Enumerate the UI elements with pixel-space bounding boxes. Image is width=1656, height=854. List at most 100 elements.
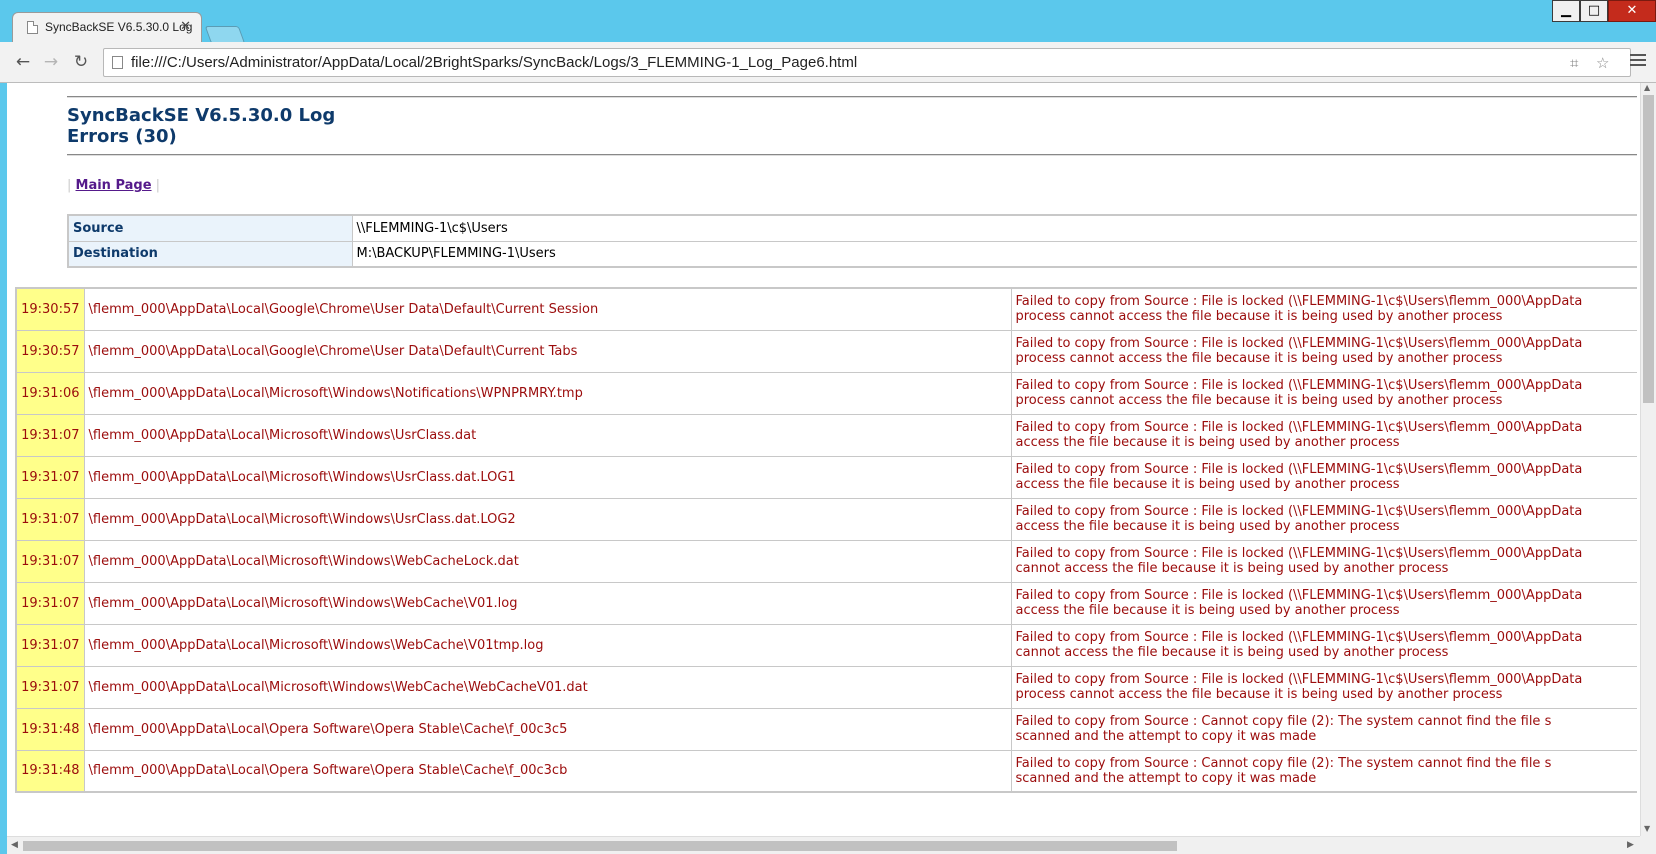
menu-icon[interactable] bbox=[1630, 54, 1646, 68]
tab-title: SyncBackSE V6.5.30.0 Log bbox=[45, 20, 193, 34]
error-message-line: Failed to copy from Source : File is loc… bbox=[1015, 672, 1583, 687]
vertical-scrollbar[interactable]: ▲ ▼ bbox=[1640, 83, 1656, 836]
scroll-right-arrow-icon[interactable]: ▶ bbox=[1627, 840, 1634, 850]
summary-row: Destination M:\BACKUP\FLEMMING-1\Users bbox=[67, 240, 1637, 268]
error-message-line: Failed to copy from Source : File is loc… bbox=[1015, 294, 1583, 310]
browser-toolbar: ← → ↻ file:///C:/Users/Administrator/App… bbox=[0, 42, 1656, 83]
bookmark-star-icon[interactable]: ☆ bbox=[1596, 54, 1609, 72]
error-message-line: Failed to copy from Source : File is loc… bbox=[1015, 504, 1583, 519]
error-time: 19:31:48 bbox=[15, 707, 85, 751]
back-button[interactable]: ← bbox=[12, 52, 34, 74]
error-message-line: process cannot access the file because i… bbox=[1015, 351, 1503, 366]
summary-value: \\FLEMMING-1\c$\Users bbox=[351, 214, 1637, 242]
error-row: 19:30:57 \flemm_000\AppData\Local\Google… bbox=[15, 329, 1637, 373]
error-message-line: process cannot access the file because i… bbox=[1015, 687, 1503, 702]
browser-tab[interactable]: SyncBackSE V6.5.30.0 Log ✕ bbox=[12, 12, 202, 42]
scroll-up-arrow-icon[interactable]: ▲ bbox=[1644, 83, 1650, 92]
page-viewport: SyncBackSE V6.5.30.0 Log Errors (30) | M… bbox=[7, 83, 1656, 854]
vertical-scroll-thumb[interactable] bbox=[1643, 95, 1654, 403]
error-time: 19:31:07 bbox=[15, 497, 85, 541]
horizontal-scroll-thumb[interactable] bbox=[23, 841, 1177, 851]
error-file: \flemm_000\AppData\Local\Microsoft\Windo… bbox=[83, 497, 1012, 541]
error-row: 19:31:07 \flemm_000\AppData\Local\Micros… bbox=[15, 665, 1637, 709]
error-row: 19:31:48 \flemm_000\AppData\Local\Opera … bbox=[15, 749, 1637, 793]
error-row: 19:31:48 \flemm_000\AppData\Local\Opera … bbox=[15, 707, 1637, 751]
error-time: 19:31:48 bbox=[15, 749, 85, 793]
nav-links: | Main Page | bbox=[67, 178, 161, 193]
error-file: \flemm_000\AppData\Local\Microsoft\Windo… bbox=[83, 665, 1012, 709]
error-file: \flemm_000\AppData\Local\Microsoft\Windo… bbox=[83, 371, 1012, 415]
url-text[interactable]: file:///C:/Users/Administrator/AppData/L… bbox=[131, 54, 857, 71]
close-window-button[interactable]: ✕ bbox=[1608, 0, 1656, 22]
error-time: 19:30:57 bbox=[15, 287, 85, 331]
error-message-line: Failed to copy from Source : File is loc… bbox=[1015, 336, 1583, 351]
horizontal-scrollbar[interactable]: ◀ ▶ bbox=[7, 836, 1640, 854]
error-row: 19:31:06 \flemm_000\AppData\Local\Micros… bbox=[15, 371, 1637, 415]
error-row: 19:31:07 \flemm_000\AppData\Local\Micros… bbox=[15, 413, 1637, 457]
divider bbox=[67, 154, 1637, 156]
title-bar: SyncBackSE V6.5.30.0 Log ✕ ▁ □ ✕ bbox=[0, 0, 1656, 44]
error-message-line: access the file because it is being used… bbox=[1015, 519, 1400, 534]
error-message: Failed to copy from Source : File is loc… bbox=[1010, 413, 1637, 457]
error-message-line: Failed to copy from Source : File is loc… bbox=[1015, 462, 1583, 477]
scroll-down-arrow-icon[interactable]: ▼ bbox=[1644, 824, 1650, 833]
error-message-line: cannot access the file because it is bei… bbox=[1015, 561, 1449, 576]
error-time: 19:31:07 bbox=[15, 539, 85, 583]
error-file: \flemm_000\AppData\Local\Microsoft\Windo… bbox=[83, 455, 1012, 499]
error-row: 19:31:07 \flemm_000\AppData\Local\Micros… bbox=[15, 455, 1637, 499]
main-page-link[interactable]: Main Page bbox=[76, 178, 152, 193]
error-time: 19:31:06 bbox=[15, 371, 85, 415]
error-message-line: cannot access the file because it is bei… bbox=[1015, 645, 1449, 660]
error-message-line: Failed to copy from Source : File is loc… bbox=[1015, 630, 1583, 645]
error-message-line: Failed to copy from Source : File is loc… bbox=[1015, 378, 1583, 393]
tab-close-icon[interactable]: ✕ bbox=[180, 19, 191, 34]
error-message-line: Failed to copy from Source : File is loc… bbox=[1015, 546, 1583, 561]
error-message-line: access the file because it is being used… bbox=[1015, 435, 1400, 450]
summary-label: Source bbox=[67, 214, 353, 242]
error-file: \flemm_000\AppData\Local\Opera Software\… bbox=[83, 749, 1012, 793]
summary-table: Source \\FLEMMING-1\c$\Users Destination… bbox=[67, 214, 1637, 268]
summary-label: Destination bbox=[67, 240, 353, 268]
reload-button[interactable]: ↻ bbox=[70, 52, 92, 74]
error-time: 19:31:07 bbox=[15, 665, 85, 709]
error-row: 19:31:07 \flemm_000\AppData\Local\Micros… bbox=[15, 497, 1637, 541]
error-message: Failed to copy from Source : File is loc… bbox=[1010, 623, 1637, 667]
scrollbar-corner bbox=[1640, 836, 1656, 854]
error-message: Failed to copy from Source : File is loc… bbox=[1010, 287, 1637, 331]
maximize-button[interactable]: □ bbox=[1580, 0, 1608, 22]
error-message: Failed to copy from Source : File is loc… bbox=[1010, 371, 1637, 415]
error-file: \flemm_000\AppData\Local\Opera Software\… bbox=[83, 707, 1012, 751]
minimize-button[interactable]: ▁ bbox=[1552, 0, 1580, 22]
error-message-line: access the file because it is being used… bbox=[1015, 603, 1400, 618]
error-message-line: process cannot access the file because i… bbox=[1015, 309, 1503, 325]
error-message-line: scanned and the attempt to copy it was m… bbox=[1015, 770, 1317, 786]
error-file: \flemm_000\AppData\Local\Google\Chrome\U… bbox=[83, 287, 1012, 331]
summary-value: M:\BACKUP\FLEMMING-1\Users bbox=[351, 240, 1637, 268]
error-message-line: scanned and the attempt to copy it was m… bbox=[1015, 729, 1317, 744]
translate-icon[interactable]: ⌗ bbox=[1570, 54, 1578, 72]
error-row: 19:31:07 \flemm_000\AppData\Local\Micros… bbox=[15, 581, 1637, 625]
error-message: Failed to copy from Source : File is loc… bbox=[1010, 665, 1637, 709]
page-content: SyncBackSE V6.5.30.0 Log Errors (30) | M… bbox=[7, 83, 1637, 836]
error-message-line: Failed to copy from Source : File is loc… bbox=[1015, 588, 1583, 603]
error-file: \flemm_000\AppData\Local\Microsoft\Windo… bbox=[83, 413, 1012, 457]
scroll-left-arrow-icon[interactable]: ◀ bbox=[11, 840, 18, 850]
divider bbox=[67, 96, 1637, 98]
forward-button[interactable]: → bbox=[40, 52, 62, 74]
error-message: Failed to copy from Source : Cannot copy… bbox=[1010, 749, 1637, 793]
error-message-line: Failed to copy from Source : Cannot copy… bbox=[1015, 755, 1552, 771]
error-message-line: access the file because it is being used… bbox=[1015, 477, 1400, 492]
error-message-line: process cannot access the file because i… bbox=[1015, 393, 1503, 408]
error-file: \flemm_000\AppData\Local\Microsoft\Windo… bbox=[83, 623, 1012, 667]
error-row: 19:31:07 \flemm_000\AppData\Local\Micros… bbox=[15, 623, 1637, 667]
error-message: Failed to copy from Source : File is loc… bbox=[1010, 539, 1637, 583]
error-time: 19:30:57 bbox=[15, 329, 85, 373]
error-message: Failed to copy from Source : File is loc… bbox=[1010, 455, 1637, 499]
page-icon bbox=[27, 21, 38, 34]
page-title: SyncBackSE V6.5.30.0 Log bbox=[67, 105, 336, 126]
summary-row: Source \\FLEMMING-1\c$\Users bbox=[67, 214, 1637, 242]
address-bar[interactable]: file:///C:/Users/Administrator/AppData/L… bbox=[103, 48, 1631, 77]
error-message-line: Failed to copy from Source : Cannot copy… bbox=[1015, 714, 1552, 729]
error-row: 19:31:07 \flemm_000\AppData\Local\Micros… bbox=[15, 539, 1637, 583]
error-file: \flemm_000\AppData\Local\Microsoft\Windo… bbox=[83, 539, 1012, 583]
